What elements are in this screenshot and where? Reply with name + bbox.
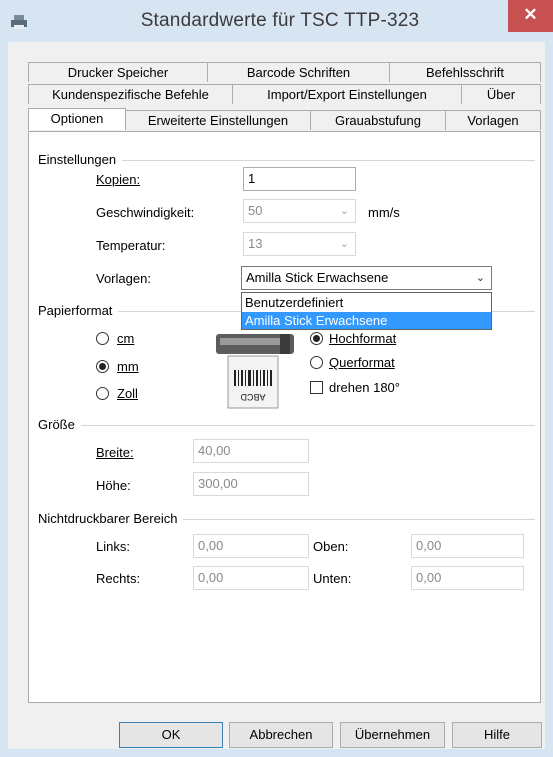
close-icon: ✕ [523, 5, 538, 24]
group-divider [40, 425, 535, 426]
geschwindigkeit-unit: mm/s [368, 205, 400, 220]
vorlagen-value: Amilla Stick Erwachsene [246, 270, 389, 285]
abbrechen-button[interactable]: Abbrechen [229, 722, 333, 748]
radio-cm[interactable] [96, 332, 109, 345]
drehen-checkbox[interactable] [310, 381, 323, 394]
radio-querformat-label: Querformat [329, 355, 395, 370]
tab-label: Barcode Schriften [246, 65, 351, 80]
unten-input[interactable]: 0,00 [411, 566, 524, 590]
ok-button[interactable]: OK [119, 722, 223, 748]
temperatur-value: 13 [248, 236, 263, 251]
nichtdruckbar-heading: Nichtdruckbarer Bereich [38, 511, 184, 526]
hochformat-text: Hochformat [329, 331, 397, 346]
title-bar[interactable]: Standardwerte für TSC TTP-323 ✕ [0, 0, 553, 42]
tab-label: Erweiterte Einstellungen [147, 113, 289, 128]
vorlagen-dropdown-list[interactable]: Benutzerdefiniert Amilla Stick Erwachsen… [241, 292, 492, 330]
vorlagen-select[interactable]: Amilla Stick Erwachsene ⌄ [241, 266, 492, 290]
tab-label: Kundenspezifische Befehle [52, 87, 209, 102]
tab-label: Vorlagen [467, 113, 519, 128]
dropdown-option-benutzerdefiniert[interactable]: Benutzerdefiniert [242, 294, 491, 311]
hilfe-button[interactable]: Hilfe [452, 722, 542, 748]
radio-hochformat-label: Hochformat [329, 331, 396, 346]
dropdown-option-amilla[interactable]: Amilla Stick Erwachsene [242, 312, 491, 329]
kopien-input[interactable]: 1 [243, 167, 356, 191]
radio-dot [313, 335, 320, 342]
radio-querformat[interactable] [310, 356, 323, 369]
tab-optionen[interactable]: Optionen [28, 108, 126, 130]
window-title: Standardwerte für TSC TTP-323 [140, 10, 420, 31]
links-label: Links: [96, 539, 130, 554]
tab-label: Import/Export Einstellungen [267, 87, 427, 102]
radio-mm[interactable] [96, 360, 109, 373]
groesse-heading: Größe [38, 417, 81, 432]
breite-input[interactable]: 40,00 [193, 439, 309, 463]
tab-label: Drucker Speicher [67, 65, 169, 80]
rechts-label: Rechts: [96, 571, 141, 586]
uebernehmen-button[interactable]: Übernehmen [340, 722, 445, 748]
tab-label: Grauabstufung [334, 113, 421, 128]
geschwindigkeit-select[interactable]: 50 ⌄ [243, 199, 356, 223]
hoehe-input[interactable]: 300,00 [193, 472, 309, 496]
tab-befehlsschrift[interactable]: Befehlsschrift [389, 62, 541, 82]
radio-mm-label: mm [117, 359, 139, 374]
chevron-down-icon: ⌄ [339, 238, 349, 250]
unten-label: Unten: [313, 571, 352, 586]
preview-text: ABCD [240, 392, 266, 402]
geschwindigkeit-label: Geschwindigkeit: [96, 205, 195, 220]
papierformat-heading: Papierformat [38, 303, 119, 318]
breite-label: Breite: [96, 445, 134, 460]
temperatur-label: Temperatur: [96, 238, 166, 253]
rechts-input[interactable]: 0,00 [193, 566, 309, 590]
hoehe-label: Höhe: [96, 478, 131, 493]
radio-zoll-label: Zoll [117, 386, 138, 401]
close-button[interactable]: ✕ [508, 0, 553, 32]
radio-dot [99, 363, 106, 370]
links-input[interactable]: 0,00 [193, 534, 309, 558]
drehen-label: drehen 180° [329, 380, 400, 395]
einstellungen-heading: Einstellungen [38, 152, 123, 167]
radio-zoll[interactable] [96, 387, 109, 400]
tab-erweiterte-einstellungen[interactable]: Erweiterte Einstellungen [125, 110, 311, 130]
tab-vorlagen[interactable]: Vorlagen [445, 110, 541, 130]
tab-drucker-speicher[interactable]: Drucker Speicher [28, 62, 208, 82]
printer-icon [11, 15, 27, 29]
tab-import-export[interactable]: Import/Export Einstellungen [232, 84, 462, 104]
tab-ueber[interactable]: Über [461, 84, 541, 104]
vorlagen-label: Vorlagen: [96, 271, 151, 286]
tab-label: Befehlsschrift [425, 65, 505, 80]
chevron-down-icon: ⌄ [339, 205, 349, 217]
radio-cm-label: cm [117, 331, 135, 346]
geschwindigkeit-value: 50 [248, 203, 263, 218]
oben-input[interactable]: 0,00 [411, 534, 524, 558]
tab-label: Optionen [50, 111, 104, 126]
temperatur-select[interactable]: 13 ⌄ [243, 232, 356, 256]
tab-barcode-schriften[interactable]: Barcode Schriften [207, 62, 390, 82]
kopien-label-text: Kopien: [96, 172, 141, 187]
chevron-down-icon: ⌄ [475, 272, 485, 284]
tab-kundenspezifische-befehle[interactable]: Kundenspezifische Befehle [28, 84, 233, 104]
label-preview-graphic: ABCD [216, 334, 294, 409]
kopien-label: Kopien: [96, 172, 140, 187]
querformat-text: Querformat [329, 355, 395, 370]
oben-label: Oben: [313, 539, 349, 554]
radio-hochformat[interactable] [310, 332, 323, 345]
tab-grauabstufung[interactable]: Grauabstufung [310, 110, 446, 130]
tab-label: Über [486, 87, 516, 102]
